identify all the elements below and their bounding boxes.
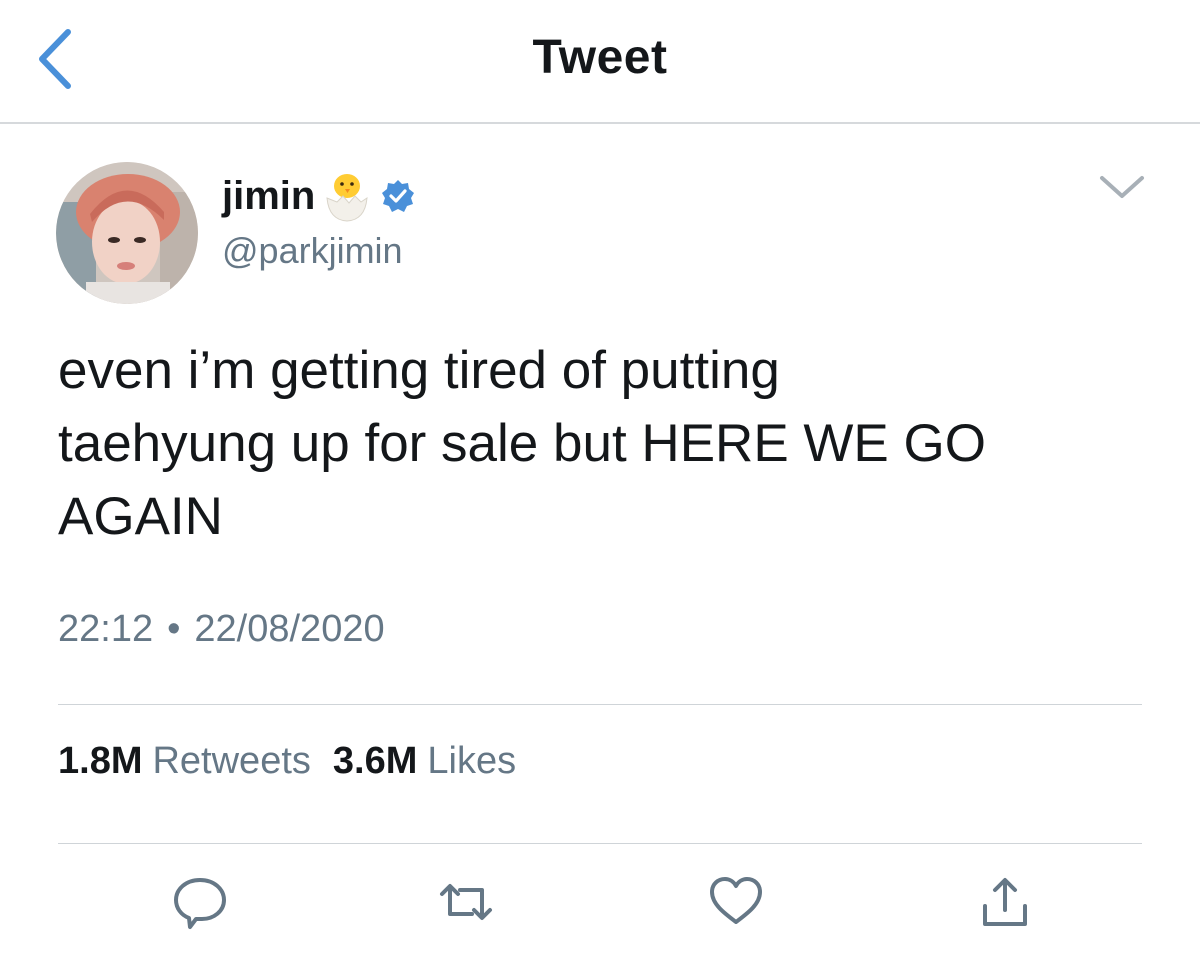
tweet-timestamp: 22:12 • 22/08/2020 [58, 608, 385, 651]
likes-label: Likes [427, 740, 517, 782]
reply-icon [174, 878, 226, 929]
chevron-down-icon [1100, 176, 1144, 198]
page-title: Tweet [532, 31, 668, 84]
retweets-stat[interactable]: 1.8M Retweets [58, 740, 311, 783]
navigation-header: Tweet [0, 0, 1200, 124]
tweet-time: 22:12 [58, 608, 154, 650]
tweet-date: 22/08/2020 [194, 608, 385, 650]
retweet-button[interactable] [436, 872, 496, 932]
divider [58, 704, 1142, 705]
avatar[interactable] [56, 162, 198, 304]
share-icon [983, 878, 1027, 926]
profile-photo [56, 162, 198, 304]
action-bar [0, 872, 1200, 942]
like-icon [710, 877, 762, 924]
timestamp-separator: • [167, 608, 181, 650]
tweet-stats: 1.8M Retweets 3.6M Likes [58, 740, 538, 783]
retweet-icon [440, 884, 492, 920]
retweets-count: 1.8M [58, 740, 143, 782]
verified-badge-icon [382, 180, 415, 212]
likes-stat[interactable]: 3.6M Likes [333, 740, 516, 783]
tweet-options-button[interactable] [1094, 168, 1150, 208]
tweet-text: even i’m getting tired of putting taehyu… [58, 341, 986, 546]
reply-button[interactable] [170, 872, 230, 932]
author-name: jimin [222, 173, 316, 218]
like-button[interactable] [706, 872, 766, 932]
likes-count: 3.6M [332, 740, 418, 782]
hatching-chick-icon [326, 174, 368, 222]
divider [58, 843, 1142, 844]
share-button[interactable] [975, 872, 1035, 932]
retweets-label: Retweets [152, 740, 311, 782]
author-name-row[interactable]: jimin [222, 166, 415, 226]
author-handle[interactable]: @parkjimin [222, 230, 403, 272]
